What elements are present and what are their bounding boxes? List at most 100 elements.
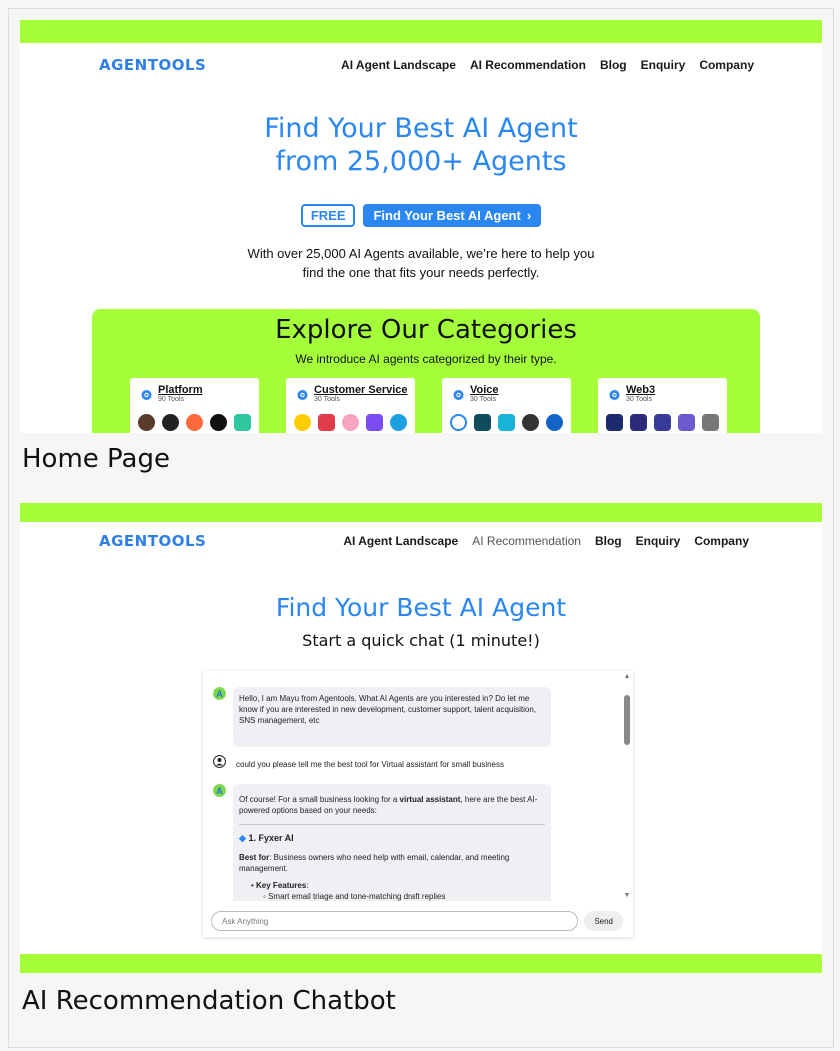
top-green-bar bbox=[20, 20, 822, 43]
robot-icon bbox=[297, 390, 308, 400]
svg-text:A: A bbox=[216, 689, 223, 699]
bottom-green-bar bbox=[20, 954, 822, 973]
best-for-text: : Business owners who need help with ema… bbox=[239, 853, 510, 873]
bot-message-intro: Of course! For a small business looking … bbox=[239, 794, 545, 816]
web3-logo-icon bbox=[678, 414, 695, 431]
cs-logo-icon bbox=[366, 414, 383, 431]
web3-logo-icon bbox=[654, 414, 671, 431]
find-best-agent-button[interactable]: Find Your Best AI Agent › bbox=[363, 204, 542, 227]
home-navbar: AGENTOOLS AI Agent Landscape AI Recommen… bbox=[20, 53, 822, 77]
voice-logo-icon bbox=[522, 414, 539, 431]
message-divider bbox=[239, 824, 545, 825]
diamond-bullet-icon: ◆ bbox=[239, 833, 246, 843]
recommendation-heading: ◆ 1. Fyxer AI bbox=[239, 833, 545, 844]
chevron-right-icon: › bbox=[526, 208, 532, 223]
category-card-customer-service[interactable]: Customer Service 30 Tools bbox=[286, 378, 415, 433]
nav-ai-recommendation[interactable]: AI Recommendation bbox=[470, 58, 586, 72]
category-card-web3[interactable]: Web3 30 Tools bbox=[598, 378, 727, 433]
chatbot-navbar: AGENTOOLS AI Agent Landscape AI Recommen… bbox=[20, 529, 822, 553]
bot-avatar-icon: A bbox=[213, 784, 226, 797]
bot-avatar-icon: A bbox=[213, 687, 226, 700]
robot-icon bbox=[609, 390, 620, 400]
chatbot-caption: AI Recommendation Chatbot bbox=[22, 986, 396, 1016]
chatbot-screenshot: AGENTOOLS AI Agent Landscape AI Recommen… bbox=[20, 503, 822, 973]
intro-bold: virtual assistant bbox=[399, 795, 461, 804]
hero-title-line-1: Find Your Best AI Agent bbox=[264, 113, 578, 144]
bot-message-text: Hello, I am Mayu from Agentools. What AI… bbox=[239, 694, 537, 725]
recommendation-heading-text: 1. Fyxer AI bbox=[248, 833, 294, 843]
star-logo-icon bbox=[450, 414, 467, 431]
flower-logo-icon bbox=[342, 414, 359, 431]
agentools-logo[interactable]: AGENTOOLS bbox=[99, 56, 206, 74]
voice-logo-icon bbox=[498, 414, 515, 431]
chat-scrollbar[interactable]: ▲ ▼ bbox=[623, 673, 631, 899]
category-count: 30 Tools bbox=[626, 396, 652, 403]
home-screenshot: AGENTOOLS AI Agent Landscape AI Recommen… bbox=[20, 20, 822, 433]
category-count: 30 Tools bbox=[314, 396, 340, 403]
chat-window: A Hello, I am Mayu from Agentools. What … bbox=[203, 671, 633, 937]
robot-icon bbox=[453, 390, 464, 400]
scrollbar-thumb[interactable] bbox=[624, 695, 630, 745]
hero-description-line-2: find the one that fits your needs perfec… bbox=[302, 265, 540, 280]
free-badge: FREE bbox=[300, 204, 356, 227]
bot-message-bubble: Of course! For a small business looking … bbox=[233, 784, 551, 901]
nav-blog[interactable]: Blog bbox=[595, 534, 622, 548]
home-nav-links: AI Agent Landscape AI Recommendation Blo… bbox=[341, 58, 754, 72]
nav-ai-agent-landscape[interactable]: AI Agent Landscape bbox=[343, 534, 458, 548]
nav-company[interactable]: Company bbox=[694, 534, 749, 548]
hero-description-line-1: With over 25,000 AI Agents available, we… bbox=[247, 246, 595, 261]
nav-enquiry[interactable]: Enquiry bbox=[641, 58, 686, 72]
top-green-bar bbox=[20, 503, 822, 522]
zapier-logo-icon bbox=[162, 414, 179, 431]
duck-logo-icon bbox=[294, 414, 311, 431]
cta-row: FREE Find Your Best AI Agent › bbox=[20, 204, 822, 227]
best-for-label: Best for bbox=[239, 853, 270, 862]
category-name[interactable]: Web3 bbox=[626, 384, 655, 396]
svg-text:A: A bbox=[216, 786, 223, 796]
category-name[interactable]: Customer Service bbox=[314, 384, 408, 396]
platform-logo-icon bbox=[234, 414, 251, 431]
category-count: 30 Tools bbox=[470, 396, 496, 403]
bot-message-bubble: Hello, I am Mayu from Agentools. What AI… bbox=[233, 687, 551, 747]
feature-item: ◦ Smart email triage and tone-matching d… bbox=[263, 892, 446, 901]
web3-logo-icon bbox=[702, 414, 719, 431]
v-logo-icon bbox=[474, 414, 491, 431]
ask-anything-input[interactable]: Ask Anything bbox=[211, 911, 579, 931]
categories-title: Explore Our Categories bbox=[275, 315, 577, 345]
nav-enquiry[interactable]: Enquiry bbox=[636, 534, 681, 548]
feature-item-text: Smart email triage and tone-matching dra… bbox=[268, 892, 446, 901]
web3-logo-icon bbox=[606, 414, 623, 431]
nav-ai-agent-landscape[interactable]: AI Agent Landscape bbox=[341, 58, 456, 72]
categories-subtitle: We introduce AI agents categorized by th… bbox=[295, 352, 557, 366]
intro-text: Of course! For a small business looking … bbox=[239, 795, 400, 804]
category-name[interactable]: Voice bbox=[470, 384, 499, 396]
agentools-logo[interactable]: AGENTOOLS bbox=[99, 532, 206, 550]
hero-title-line-2: from 25,000+ Agents bbox=[275, 146, 567, 177]
cta-label: Find Your Best AI Agent bbox=[373, 208, 521, 223]
web3-logo-icon bbox=[630, 414, 647, 431]
key-features-line: • Key Features: bbox=[251, 881, 309, 890]
chat-page-title: Find Your Best AI Agent bbox=[275, 593, 567, 622]
nav-ai-recommendation[interactable]: AI Recommendation bbox=[472, 534, 581, 548]
user-message-text: could you please tell me the best tool f… bbox=[236, 760, 504, 769]
chatbot-nav-links: AI Agent Landscape AI Recommendation Blo… bbox=[343, 534, 749, 548]
robot-icon bbox=[141, 390, 152, 400]
category-count: 90 Tools bbox=[158, 396, 184, 403]
scroll-down-arrow-icon[interactable]: ▼ bbox=[623, 892, 631, 899]
salesforce-logo-icon bbox=[390, 414, 407, 431]
github-logo-icon bbox=[210, 414, 227, 431]
category-name[interactable]: Platform bbox=[158, 384, 203, 396]
nav-company[interactable]: Company bbox=[699, 58, 754, 72]
scroll-up-arrow-icon[interactable]: ▲ bbox=[623, 673, 631, 680]
nav-blog[interactable]: Blog bbox=[600, 58, 627, 72]
user-avatar-icon bbox=[213, 755, 226, 768]
send-button[interactable]: Send bbox=[584, 911, 623, 931]
chat-input-row: Ask Anything Send bbox=[211, 911, 623, 931]
chat-page-subtitle: Start a quick chat (1 minute!) bbox=[302, 631, 540, 650]
category-card-platform[interactable]: Platform 90 Tools bbox=[130, 378, 259, 433]
category-card-voice[interactable]: Voice 30 Tools bbox=[442, 378, 571, 433]
cs-logo-icon bbox=[318, 414, 335, 431]
best-for-line: Best for: Business owners who need help … bbox=[239, 852, 545, 874]
categories-section: Explore Our Categories We introduce AI a… bbox=[92, 309, 760, 433]
key-features-label: Key Features bbox=[256, 881, 307, 890]
